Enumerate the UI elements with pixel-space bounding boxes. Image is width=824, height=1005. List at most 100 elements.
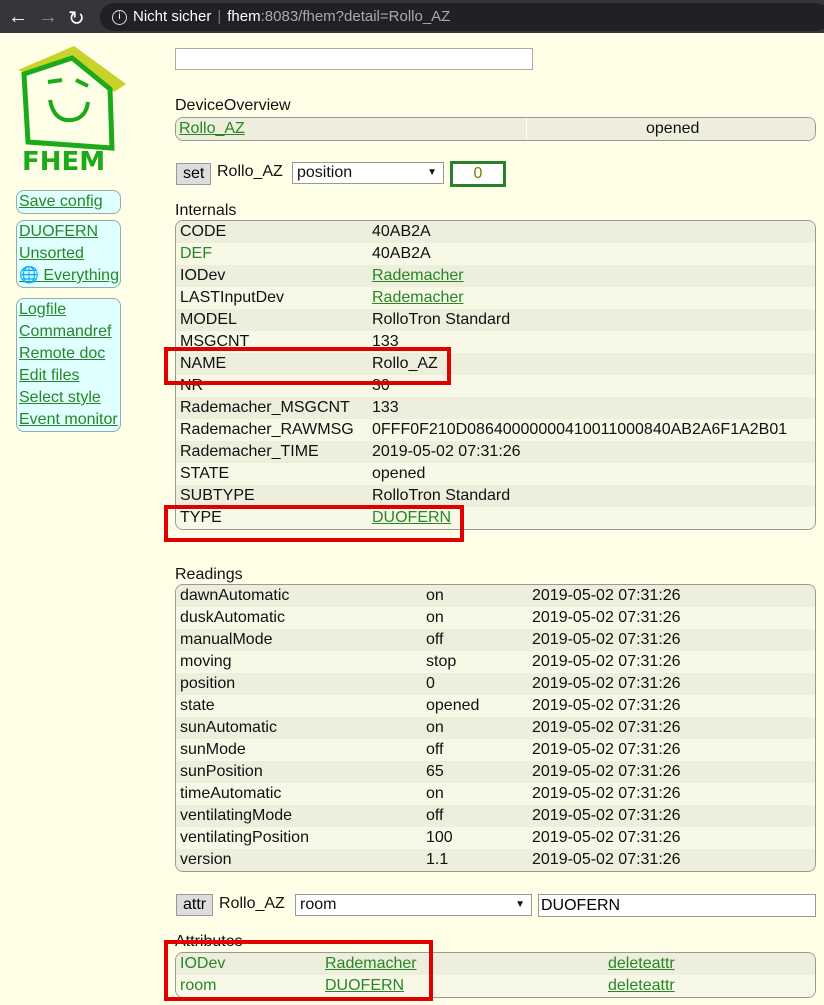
internal-value: 2019-05-02 07:31:26 (372, 443, 521, 460)
set-command-value: position (297, 164, 353, 181)
position-value-field[interactable]: 0 (450, 161, 506, 187)
reading-value: on (426, 785, 444, 802)
logo-text: FHEM (22, 147, 105, 176)
reload-icon[interactable]: ↻ (68, 6, 85, 31)
attr-name-select[interactable]: room ▼ (295, 894, 532, 916)
reading-timestamp: 2019-05-02 07:31:26 (532, 851, 681, 868)
reading-name: dawnAutomatic (180, 587, 290, 604)
reading-row: moving stop 2019-05-02 07:31:26 (176, 651, 815, 673)
internal-row: Rademacher_RAWMSG 0FFF0F210D0864000000041… (176, 419, 815, 441)
reading-timestamp: 2019-05-02 07:31:26 (532, 587, 681, 604)
menu-event-monitor[interactable]: Event monitor (19, 409, 118, 431)
reading-value: 100 (426, 829, 453, 846)
internal-key: LASTInputDev (180, 289, 285, 306)
reading-name: manualMode (180, 631, 273, 648)
reading-row: duskAutomatic on 2019-05-02 07:31:26 (176, 607, 815, 629)
attr-device-label: Rollo_AZ (219, 895, 285, 912)
internals-title: Internals (175, 202, 237, 219)
reading-row: sunAutomatic on 2019-05-02 07:31:26 (176, 717, 815, 739)
internal-value-link[interactable]: Rademacher (372, 267, 464, 284)
internal-row: Rademacher_MSGCNT 133 (176, 397, 815, 419)
menu-remote-doc[interactable]: Remote doc (19, 343, 118, 365)
reading-timestamp: 2019-05-02 07:31:26 (532, 719, 681, 736)
internal-key: Rademacher_RAWMSG (180, 421, 354, 438)
reading-row: manualMode off 2019-05-02 07:31:26 (176, 629, 815, 651)
reading-value: on (426, 609, 444, 626)
reading-row: sunPosition 65 2019-05-02 07:31:26 (176, 761, 815, 783)
attr-name-value: room (300, 896, 337, 913)
security-label: Nicht sicher (133, 8, 212, 25)
menu-select-style[interactable]: Select style (19, 387, 118, 409)
reading-value: off (426, 631, 444, 648)
menu-group-save: Save config (16, 190, 121, 214)
reading-timestamp: 2019-05-02 07:31:26 (532, 741, 681, 758)
reading-value: opened (426, 697, 480, 714)
reading-row: timeAutomatic on 2019-05-02 07:31:26 (176, 783, 815, 805)
set-command-select[interactable]: position ▼ (292, 162, 444, 184)
internal-value: opened (372, 465, 426, 482)
reading-timestamp: 2019-05-02 07:31:26 (532, 697, 681, 714)
internal-row: Rademacher_TIME 2019-05-02 07:31:26 (176, 441, 815, 463)
delete-attr-link[interactable]: deleteattr (608, 955, 675, 972)
dropdown-arrow-icon: ▼ (515, 899, 525, 910)
highlight-attributes (164, 940, 433, 1001)
delete-attr-link[interactable]: deleteattr (608, 977, 675, 994)
reading-name: sunMode (180, 741, 246, 758)
readings-table: dawnAutomatic on 2019-05-02 07:31:26 duskAu… (175, 584, 816, 872)
reading-row: sunMode off 2019-05-02 07:31:26 (176, 739, 815, 761)
internal-key: Rademacher_TIME (180, 443, 319, 460)
internal-row: LASTInputDev Rademacher (176, 287, 815, 309)
device-overview-title: DeviceOverview (175, 97, 291, 114)
internal-key: Rademacher_MSGCNT (180, 399, 350, 416)
menu-room-duofern[interactable]: DUOFERN (19, 221, 118, 243)
url-host: fhem (227, 8, 261, 25)
reading-timestamp: 2019-05-02 07:31:26 (532, 785, 681, 802)
internal-value: RolloTron Standard (372, 487, 511, 504)
reading-timestamp: 2019-05-02 07:31:26 (532, 653, 681, 670)
reading-timestamp: 2019-05-02 07:31:26 (532, 609, 681, 626)
reading-name: state (180, 697, 215, 714)
internal-key: IODev (180, 267, 226, 284)
back-icon[interactable]: ← (8, 6, 28, 29)
internal-value: RolloTron Standard (372, 311, 511, 328)
command-input[interactable] (175, 48, 533, 70)
reading-row: ventilatingMode off 2019-05-02 07:31:26 (176, 805, 815, 827)
set-button[interactable]: set (176, 163, 212, 185)
internal-row: DEF 40AB2A (176, 243, 815, 265)
internal-row: MODEL RolloTron Standard (176, 309, 815, 331)
device-link[interactable]: Rollo_AZ (179, 120, 245, 137)
reading-timestamp: 2019-05-02 07:31:26 (532, 829, 681, 846)
reading-value: on (426, 587, 444, 604)
address-bar[interactable]: i Nicht sicher | fhem:8083/fhem?detail=Roll… (100, 3, 824, 31)
menu-commandref[interactable]: Commandref (19, 321, 118, 343)
menu-save-config[interactable]: Save config (19, 191, 118, 213)
attr-value-input[interactable] (538, 894, 816, 917)
reading-timestamp: 2019-05-02 07:31:26 (532, 763, 681, 780)
forward-icon[interactable]: → (38, 6, 58, 29)
reading-value: 65 (426, 763, 444, 780)
internal-key: STATE (180, 465, 230, 482)
reading-value: off (426, 807, 444, 824)
internal-value: 133 (372, 399, 399, 416)
info-icon[interactable]: i (112, 9, 127, 25)
menu-edit-files[interactable]: Edit files (19, 365, 118, 387)
reading-row: ventilatingPosition 100 2019-05-02 07:31:2… (176, 827, 815, 849)
reading-name: duskAutomatic (180, 609, 285, 626)
readings-title: Readings (175, 566, 243, 583)
attr-button[interactable]: attr (176, 894, 214, 916)
internal-value-link[interactable]: Rademacher (372, 289, 464, 306)
menu-room-everything[interactable]: 🌐 Everything (19, 265, 119, 287)
internal-value: 40AB2A (372, 245, 431, 262)
browser-toolbar: ← → ↻ i Nicht sicher | fhem:8083/fhem?detai… (0, 0, 824, 33)
menu-logfile[interactable]: Logfile (19, 299, 118, 321)
device-overview-table: Rollo_AZ opened (175, 117, 816, 141)
menu-room-unsorted[interactable]: Unsorted (19, 243, 118, 265)
reading-value: on (426, 719, 444, 736)
fhem-logo[interactable]: FHEM (14, 44, 129, 181)
internal-row: SUBTYPE RolloTron Standard (176, 485, 815, 507)
everything-label: Everything (43, 267, 119, 284)
reading-name: timeAutomatic (180, 785, 282, 802)
reading-name: version (180, 851, 232, 868)
reading-row: dawnAutomatic on 2019-05-02 07:31:26 (176, 585, 815, 607)
reading-value: stop (426, 653, 457, 670)
